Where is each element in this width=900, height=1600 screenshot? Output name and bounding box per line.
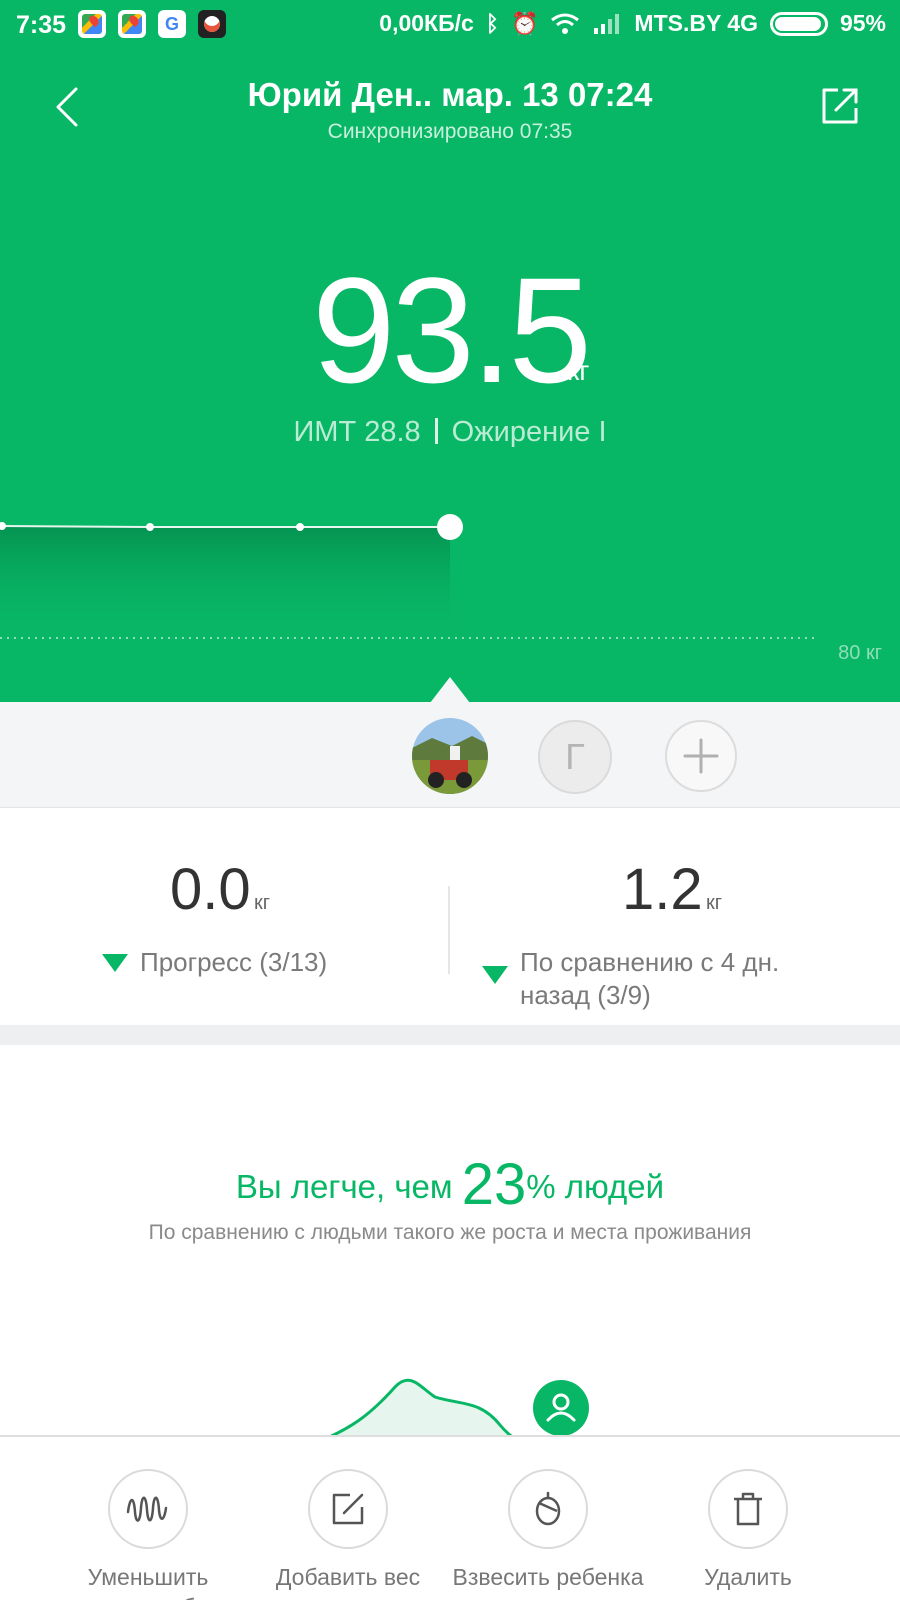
battery-percent: 95% — [839, 10, 886, 36]
selection-pointer — [430, 677, 470, 703]
bmi-category: Ожирение I — [451, 416, 607, 448]
progress-unit: кг — [254, 892, 271, 914]
share-icon[interactable] — [820, 86, 860, 126]
plus-icon — [683, 738, 719, 774]
battery-fill — [774, 16, 821, 31]
baby-scale-icon — [535, 1491, 561, 1526]
trend-point-current — [437, 514, 463, 540]
signal-icon — [594, 13, 620, 34]
maps-icon — [78, 10, 106, 38]
add-user-button[interactable] — [665, 720, 737, 792]
progress-down-icon — [102, 954, 128, 972]
google-icon: G — [158, 10, 186, 38]
comparison-percent: 23 — [461, 1152, 527, 1217]
sync-status: Синхронизировано 07:35 — [327, 120, 573, 143]
stats-panel: 0.0 кг Прогресс (3/13) 1.2 кг По сравнен… — [0, 808, 900, 1025]
bmi-value: ИМТ 28.8 — [293, 416, 421, 448]
user-position-pin — [533, 1380, 589, 1435]
bmi-separator — [434, 418, 438, 444]
edit-icon — [332, 1493, 364, 1525]
progress-label: Прогресс (3/13) — [140, 947, 328, 977]
progress-value: 0.0 — [170, 857, 251, 922]
avatar-photo — [412, 718, 488, 794]
carrier-name: MTS.BY 4G — [634, 10, 758, 36]
delete-button[interactable]: Удалить — [648, 1469, 848, 1593]
compare-label-line2: назад (3/9) — [520, 979, 651, 1010]
status-bar: 7:35 G 0,00КБ/с ᛒ ⏰ MTS.BY 4G 95% — [0, 0, 900, 52]
zoom-out-label: Уменьшить масштаб — [87, 1564, 209, 1600]
network-speed: 0,00КБ/с — [379, 10, 474, 36]
user-g[interactable]: Г — [538, 720, 612, 794]
maps-icon — [118, 10, 146, 38]
zoom-out-wave-icon — [126, 1496, 168, 1522]
section-gap — [0, 1025, 900, 1045]
weight-unit: кг — [567, 355, 590, 386]
compare-label: По сравнению с 4 дн. назад (3/9) — [520, 946, 779, 1011]
weight-trend-chart[interactable] — [0, 490, 900, 702]
compare-label-line1: По сравнению с 4 дн. — [520, 947, 780, 977]
battery-icon — [769, 11, 828, 36]
user-avatar[interactable] — [412, 718, 488, 794]
stats-divider — [448, 886, 450, 974]
add-weight-button[interactable]: Добавить вес — [248, 1469, 448, 1593]
compare-down-icon — [482, 966, 508, 984]
comparison-prefix: Вы легче, чем — [235, 1168, 462, 1205]
record-title: Юрий Ден.. мар. 13 07:24 — [247, 76, 653, 113]
trend-point — [296, 523, 304, 531]
delete-label: Удалить — [704, 1564, 792, 1590]
trend-area — [0, 526, 450, 640]
add-weight-circle — [308, 1469, 388, 1549]
compare-unit: кг — [706, 892, 723, 914]
status-time: 7:35 — [16, 11, 67, 39]
app-notification-icon — [198, 10, 226, 38]
notification-icons: G — [78, 10, 226, 38]
trash-icon — [734, 1492, 762, 1526]
comparison-suffix: % людей — [526, 1168, 665, 1205]
comparison-panel: Вы легче, чем 23% людей По сравнению с л… — [0, 1045, 900, 1435]
weigh-child-button[interactable]: Взвесить ребенка — [448, 1469, 648, 1593]
bmi-line: ИМТ 28.8 Ожирение I — [0, 416, 900, 449]
status-indicators: 0,00КБ/с ᛒ ⏰ MTS.BY 4G 95% — [379, 10, 886, 37]
person-icon — [546, 1393, 576, 1422]
weight-display: 93.5 кг — [0, 255, 900, 405]
zoom-out-button[interactable]: Уменьшить масштаб — [48, 1469, 248, 1600]
alarm-icon: ⏰ — [511, 10, 539, 36]
comparison-title: Вы легче, чем 23% людей — [0, 1151, 900, 1218]
trend-point — [146, 523, 154, 531]
weight-value: 93.5 — [312, 246, 592, 414]
action-bar: Уменьшить масштаб Добавить вес Взвесить … — [0, 1435, 900, 1600]
bluetooth-icon: ᛒ — [485, 10, 499, 36]
weigh-child-label: Взвесить ребенка — [452, 1564, 644, 1590]
weigh-child-circle — [508, 1469, 588, 1549]
weight-hero: 7:35 G 0,00КБ/с ᛒ ⏰ MTS.BY 4G 95% Юрий Д… — [0, 0, 900, 702]
zoom-out-circle — [108, 1469, 188, 1549]
wifi-icon — [551, 13, 580, 34]
compare-value: 1.2 — [622, 857, 703, 922]
add-weight-label: Добавить вес — [275, 1564, 421, 1590]
trend-line — [0, 525, 450, 528]
comparison-subtitle: По сравнению с людьми такого же роста и … — [148, 1221, 752, 1244]
reference-weight-label: 80 кг — [838, 642, 882, 664]
delete-circle — [708, 1469, 788, 1549]
